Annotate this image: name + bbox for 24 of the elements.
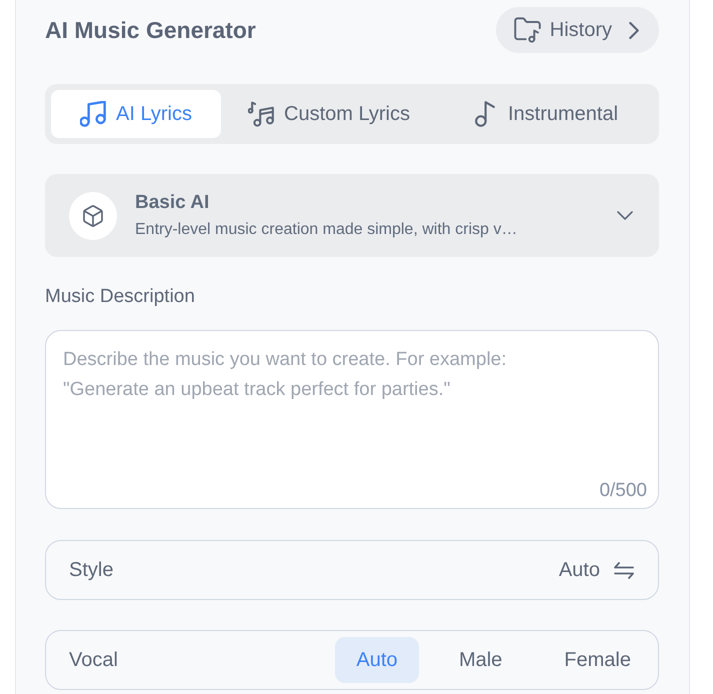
swap-arrows-icon: [614, 562, 634, 578]
music-notes-icon: [248, 101, 274, 127]
style-label: Style: [69, 558, 114, 582]
style-selector[interactable]: Style Auto: [45, 540, 659, 600]
cube-icon: [69, 192, 117, 240]
model-description: Entry-level music creation made simple, with crisp v…: [135, 221, 518, 239]
vocal-option[interactable]: Male: [438, 637, 522, 683]
character-counter: 0/500: [599, 480, 647, 502]
mode-tab[interactable]: Custom Lyrics: [221, 90, 437, 138]
vocal-label: Vocal: [69, 648, 119, 672]
mode-tab[interactable]: AI Lyrics: [51, 90, 221, 138]
vocal-option[interactable]: Auto: [334, 637, 419, 683]
vocal-option[interactable]: Female: [544, 637, 651, 683]
chevron-right-icon: [629, 22, 639, 38]
app-title: AI Music Generator: [45, 16, 256, 44]
beamed-notes-icon: [80, 101, 106, 127]
model-selector[interactable]: Basic AI Entry-level music creation made simple, with crisp v…: [45, 174, 659, 257]
history-button[interactable]: History: [496, 7, 659, 53]
chevron-down-icon: [617, 211, 633, 220]
field-label: Music Description: [45, 286, 196, 308]
folder-music-icon: [514, 17, 541, 43]
mode-tab[interactable]: Instrumental: [437, 90, 653, 138]
model-name: Basic AI: [135, 192, 210, 214]
style-value: Auto: [558, 558, 600, 582]
